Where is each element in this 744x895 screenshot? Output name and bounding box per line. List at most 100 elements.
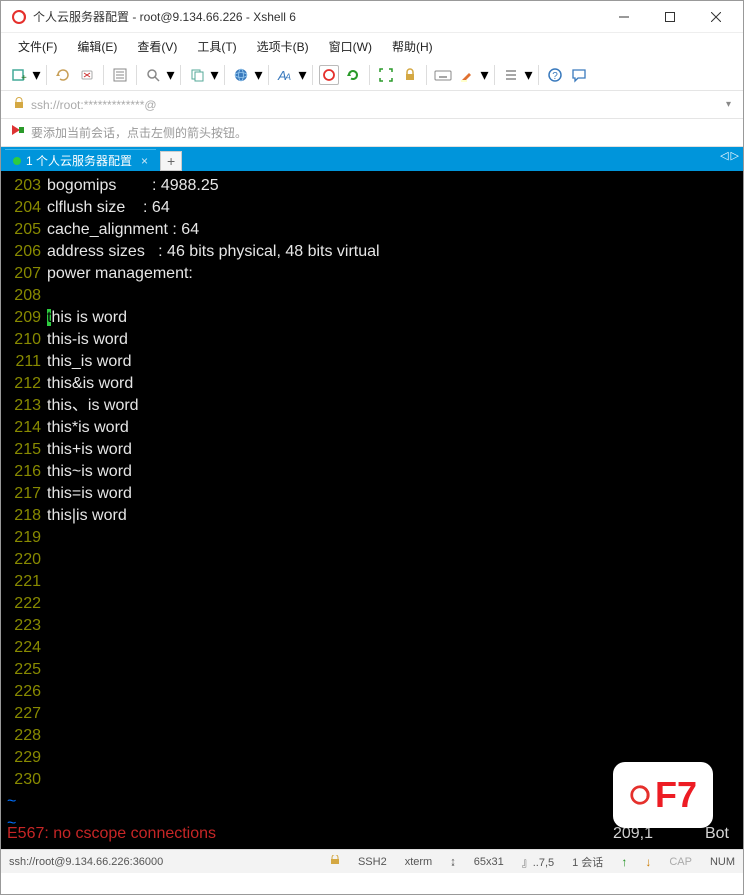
new-session-icon[interactable]: + <box>9 65 29 85</box>
terminal-line: 210this-is word <box>7 329 737 351</box>
line-text: cache_alignment : 64 <box>47 219 199 241</box>
status-bar: ssh://root@9.134.66.226:36000 SSH2 xterm… <box>1 849 743 873</box>
line-number: 210 <box>7 329 47 351</box>
terminal-line: 227 <box>7 703 737 725</box>
line-number: 218 <box>7 505 47 527</box>
menu-window[interactable]: 窗口(W) <box>320 36 381 57</box>
separator <box>136 65 137 85</box>
dropdown-arrow-icon[interactable]: ▾ <box>481 65 488 85</box>
highlight-icon[interactable] <box>457 65 477 85</box>
tab-next-icon[interactable]: ▷ <box>731 149 739 162</box>
terminal-line: 220 <box>7 549 737 571</box>
line-number: 228 <box>7 725 47 747</box>
line-number: 219 <box>7 527 47 549</box>
line-number: 225 <box>7 659 47 681</box>
close-button[interactable] <box>693 2 739 32</box>
address-dropdown-icon[interactable]: ▾ <box>726 99 731 110</box>
line-number: 223 <box>7 615 47 637</box>
disconnect-icon[interactable] <box>77 65 97 85</box>
line-number: 212 <box>7 373 47 395</box>
maximize-button[interactable] <box>647 2 693 32</box>
tab-close-icon[interactable]: × <box>141 154 148 168</box>
separator <box>312 65 313 85</box>
tab-bar: 1 个人云服务器配置 × + ◁ ▷ <box>1 147 743 171</box>
terminal-line: 217this=is word <box>7 483 737 505</box>
separator <box>224 65 225 85</box>
line-text: bogomips : 4988.25 <box>47 175 219 197</box>
terminal[interactable]: 203bogomips : 4988.25204clflush size : 6… <box>1 171 743 849</box>
line-text: this~is word <box>47 461 132 483</box>
terminal-line: 216this~is word <box>7 461 737 483</box>
line-text: this_is word <box>47 351 131 373</box>
font-icon[interactable]: AA <box>275 65 295 85</box>
dropdown-arrow-icon[interactable]: ▾ <box>167 65 174 85</box>
svg-text:+: + <box>21 73 27 83</box>
dropdown-arrow-icon[interactable]: ▾ <box>299 65 306 85</box>
line-text: address sizes : 46 bits physical, 48 bit… <box>47 241 380 263</box>
dropdown-arrow-icon[interactable]: ▾ <box>255 65 262 85</box>
line-number: 217 <box>7 483 47 505</box>
reconnect-icon[interactable] <box>53 65 73 85</box>
line-text: this、is word <box>47 395 139 417</box>
menu-view[interactable]: 查看(V) <box>128 36 186 57</box>
dropdown-arrow-icon[interactable]: ▾ <box>525 65 532 85</box>
fullscreen-icon[interactable] <box>376 65 396 85</box>
menubar: 文件(F) 编辑(E) 查看(V) 工具(T) 选项卡(B) 窗口(W) 帮助(… <box>1 33 743 59</box>
dropdown-arrow-icon[interactable]: ▾ <box>33 65 40 85</box>
svg-text:?: ? <box>552 71 558 82</box>
refresh-green-icon[interactable] <box>343 65 363 85</box>
status-term: xterm <box>405 856 433 868</box>
arrow-flag-icon[interactable] <box>11 123 25 142</box>
xshell-logo-icon[interactable] <box>319 65 339 85</box>
vim-message: E567: no cscope connections <box>7 823 216 845</box>
tilde: ~ <box>7 791 16 813</box>
titlebar: 个人云服务器配置 - root@9.134.66.226 - Xshell 6 <box>1 1 743 33</box>
chat-icon[interactable] <box>569 65 589 85</box>
line-text: this|is word <box>47 505 127 527</box>
menu-tools[interactable]: 工具(T) <box>188 36 245 57</box>
vim-scroll-indicator: Bot <box>705 823 729 845</box>
line-number: 213 <box>7 395 47 417</box>
terminal-line: 205cache_alignment : 64 <box>7 219 737 241</box>
status-dot-icon <box>13 157 21 165</box>
address-bar: ssh://root:*************@ ▾ <box>1 91 743 119</box>
minimize-button[interactable] <box>601 2 647 32</box>
separator <box>538 65 539 85</box>
address-text[interactable]: ssh://root:*************@ <box>31 98 720 112</box>
line-text: this is word <box>47 307 127 329</box>
lock-icon[interactable] <box>400 65 420 85</box>
new-tab-button[interactable]: + <box>160 151 182 171</box>
line-number: 209 <box>7 307 47 329</box>
session-tab[interactable]: 1 个人云服务器配置 × <box>5 149 156 171</box>
keyboard-icon[interactable] <box>433 65 453 85</box>
globe-icon[interactable] <box>231 65 251 85</box>
cursor: t <box>47 309 51 326</box>
copy-icon[interactable] <box>187 65 207 85</box>
line-text: this*is word <box>47 417 129 439</box>
line-number: 205 <box>7 219 47 241</box>
menu-options[interactable]: 选项卡(B) <box>248 36 318 57</box>
terminal-line: 212this&is word <box>7 373 737 395</box>
list-icon[interactable] <box>501 65 521 85</box>
f7-label: F7 <box>655 774 697 816</box>
menu-help[interactable]: 帮助(H) <box>383 36 442 57</box>
separator <box>426 65 427 85</box>
size-icon: ↨ <box>450 856 456 868</box>
terminal-line: 203bogomips : 4988.25 <box>7 175 737 197</box>
status-size: 65x31 <box>474 856 504 868</box>
terminal-line: 223 <box>7 615 737 637</box>
menu-file[interactable]: 文件(F) <box>9 36 66 57</box>
menu-edit[interactable]: 编辑(E) <box>68 36 126 57</box>
properties-icon[interactable] <box>110 65 130 85</box>
tip-text: 要添加当前会话，点击左侧的箭头按钮。 <box>31 124 247 141</box>
help-icon[interactable]: ? <box>545 65 565 85</box>
app-icon <box>11 9 27 25</box>
search-icon[interactable] <box>143 65 163 85</box>
dropdown-arrow-icon[interactable]: ▾ <box>211 65 218 85</box>
line-number: 206 <box>7 241 47 263</box>
line-number: 208 <box>7 285 47 307</box>
tab-prev-icon[interactable]: ◁ <box>720 149 728 162</box>
upload-arrow-icon: ↑ <box>621 855 627 869</box>
terminal-line: 226 <box>7 681 737 703</box>
terminal-line: 209this is word <box>7 307 737 329</box>
